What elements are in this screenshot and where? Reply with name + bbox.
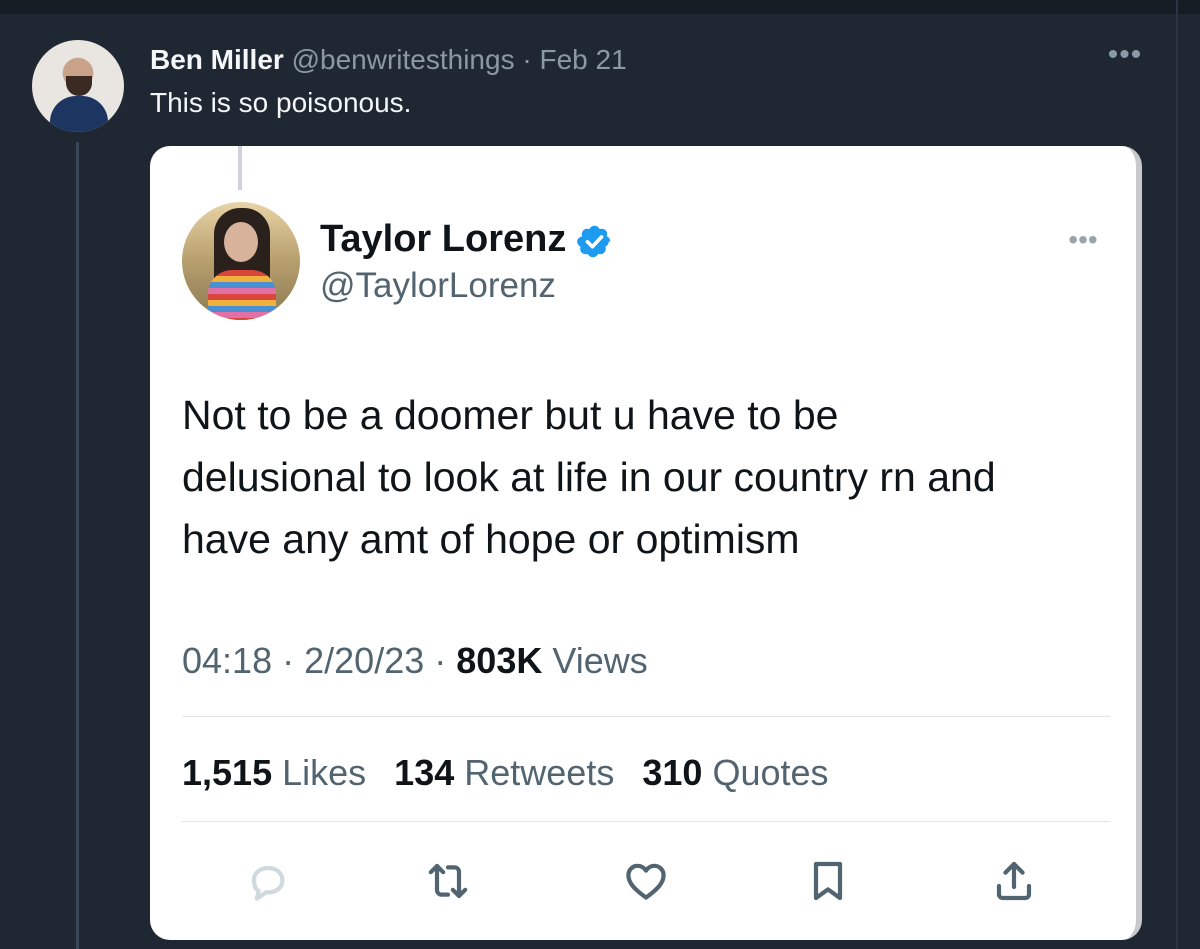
reply-author-name[interactable]: Ben Miller — [150, 44, 284, 75]
reply-author-handle[interactable]: @benwritesthings — [292, 44, 515, 75]
thread-connector-line — [76, 142, 79, 949]
avatar-striped-top — [208, 270, 276, 320]
quoted-text-line-1: Not to be a doomer but u have to be — [182, 392, 839, 438]
avatar-face — [224, 222, 258, 262]
views-count: 803K — [456, 640, 543, 681]
share-button[interactable] — [984, 851, 1044, 911]
views-label: Views — [552, 640, 648, 681]
retweets-count: 134 — [394, 752, 455, 793]
likes-stat[interactable]: 1,515 Likes — [182, 752, 366, 793]
reply-author-avatar[interactable] — [32, 40, 124, 132]
likes-label: Likes — [282, 752, 367, 793]
engagement-stats: 1,515 Likes 134 Retweets 310 Quotes — [182, 750, 829, 796]
retweet-icon — [428, 863, 468, 899]
quoted-more-options-icon[interactable]: ••• — [1058, 226, 1108, 256]
quoted-author-avatar[interactable] — [182, 202, 300, 320]
retweets-stat[interactable]: 134 Retweets — [394, 752, 614, 793]
share-icon — [996, 861, 1032, 901]
quoted-tweet-card[interactable]: Taylor Lorenz @TaylorLorenz ••• Not to b… — [150, 146, 1142, 940]
like-icon — [626, 863, 666, 900]
bookmark-icon — [813, 861, 843, 901]
tweet-actions-bar — [150, 851, 1136, 911]
quoted-text-line-3: have any amt of hope or optimism — [182, 516, 800, 562]
quoted-time[interactable]: 04:18 — [182, 640, 272, 681]
reply-date[interactable]: Feb 21 — [539, 44, 626, 75]
quoted-date[interactable]: 2/20/23 — [304, 640, 424, 681]
avatar-shirt — [50, 96, 108, 132]
quotes-label: Quotes — [712, 752, 829, 793]
meta-separator-2: · — [434, 640, 447, 681]
avatar-beard — [66, 76, 92, 96]
meta-separator-1: · — [282, 640, 295, 681]
quoted-thread-stem — [238, 146, 242, 190]
quotes-stat[interactable]: 310 Quotes — [642, 752, 828, 793]
like-button[interactable] — [616, 851, 676, 911]
header-separator: · — [522, 44, 532, 75]
quoted-author-name[interactable]: Taylor Lorenz — [320, 216, 566, 262]
quoted-author-handle[interactable]: @TaylorLorenz — [320, 264, 556, 308]
quotes-count: 310 — [642, 752, 703, 793]
retweets-label: Retweets — [464, 752, 615, 793]
metadata-divider — [182, 716, 1110, 717]
retweet-button[interactable] — [418, 851, 478, 911]
verified-badge-icon — [577, 225, 611, 258]
reply-tweet-text: This is so poisonous. — [150, 87, 412, 118]
bookmark-button[interactable] — [798, 851, 858, 911]
reply-button[interactable] — [238, 851, 298, 911]
reply-header: Ben Miller @benwritesthings · Feb 21 — [150, 40, 627, 80]
quoted-tweet-text: Not to be a doomer but u have to be delu… — [182, 384, 1102, 570]
top-bar — [0, 0, 1200, 14]
quoted-tweet-metadata: 04:18 · 2/20/23 · 803K Views — [182, 638, 648, 684]
timeline-border — [1176, 0, 1178, 949]
reply-icon — [251, 865, 285, 901]
quoted-text-line-2: delusional to look at life in our countr… — [182, 454, 996, 500]
stats-divider — [182, 821, 1110, 822]
likes-count: 1,515 — [182, 752, 273, 793]
more-options-icon[interactable]: ••• — [1107, 40, 1143, 76]
